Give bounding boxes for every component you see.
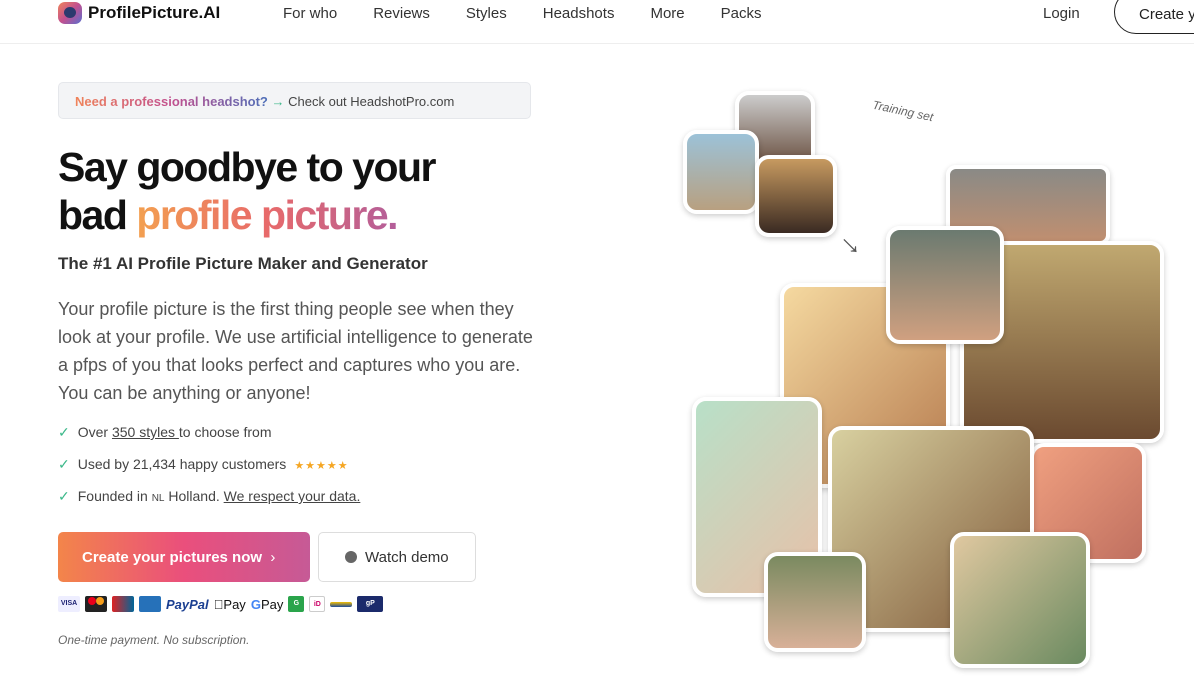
check-icon: ✓: [58, 424, 70, 440]
check-icon: ✓: [58, 456, 70, 472]
training-photo: [755, 155, 837, 237]
nl-flag: NL: [151, 493, 165, 504]
nav-headshots[interactable]: Headshots: [543, 5, 615, 22]
giropay-icon: gP: [357, 596, 384, 612]
logo[interactable]: ProfilePicture.AI: [58, 2, 220, 24]
page-title: Say goodbye to your bad profile picture.: [58, 144, 437, 238]
subtitle: The #1 AI Profile Picture Maker and Gene…: [58, 254, 428, 273]
generated-photo: [886, 226, 1004, 344]
training-photo: [683, 130, 759, 214]
apple-pay-icon: Pay: [213, 596, 246, 612]
visa-icon: VISA: [58, 596, 80, 612]
styles-link[interactable]: 350 styles: [112, 424, 179, 440]
google-pay-icon: GPay: [241, 596, 284, 612]
payment-note: One-time payment. No subscription.: [58, 633, 250, 647]
amex-icon: [139, 596, 161, 612]
nav-styles[interactable]: Styles: [466, 5, 507, 22]
star-rating: ★★★★★: [294, 460, 349, 472]
banner-link: Check out HeadshotPro.com: [288, 94, 455, 109]
nav-for-who[interactable]: For who: [283, 5, 337, 22]
description: Your profile picture is the first thing …: [58, 299, 533, 403]
check-icon: ✓: [58, 488, 70, 504]
feature-item: ✓ Over 350 styles to choose from: [58, 424, 360, 456]
logo-text: ProfilePicture.AI: [88, 3, 221, 22]
play-icon: [345, 551, 357, 563]
nav-packs[interactable]: Packs: [721, 5, 762, 22]
payment-methods: VISA PayPal Pay GPay G iD gP: [58, 596, 384, 612]
login-link[interactable]: Login: [1043, 5, 1080, 22]
training-set-label: Training set: [871, 97, 935, 125]
unionpay-icon: [112, 596, 134, 612]
logo-icon: [58, 2, 82, 24]
create-pictures-button[interactable]: Create your pictures now ›: [58, 532, 310, 582]
top-nav: ProfilePicture.AI For who Reviews Styles…: [0, 0, 1194, 44]
bancontact-icon: [330, 601, 353, 607]
privacy-link[interactable]: We respect your data.: [224, 488, 361, 504]
create-account-button[interactable]: Create y: [1114, 0, 1194, 34]
arrow-down-icon: ↓: [832, 227, 867, 262]
chevron-right-icon: ›: [270, 549, 276, 566]
feature-list: ✓ Over 350 styles to choose from ✓ Used by…: [58, 424, 360, 520]
feature-item: ✓ Used by 21,434 happy customers ★★★★★: [58, 456, 360, 488]
watch-demo-button[interactable]: Watch demo: [318, 532, 476, 582]
generated-photo: [950, 532, 1090, 668]
generated-photo: [764, 552, 866, 652]
nav-reviews[interactable]: Reviews: [373, 5, 430, 22]
headshotpro-banner[interactable]: Need a professional headshot? → Check ou…: [58, 82, 531, 119]
mastercard-icon: [85, 596, 107, 612]
arrow-right-icon: →: [271, 94, 285, 109]
paypal-icon: PayPal: [166, 596, 209, 612]
banner-highlight: Need a professional headshot?: [75, 94, 268, 109]
nav-more[interactable]: More: [650, 5, 684, 22]
giropay-g-icon: G: [288, 596, 305, 612]
ideal-icon: iD: [309, 596, 326, 612]
feature-item: ✓ Founded in NL Holland. We respect your …: [58, 488, 360, 520]
